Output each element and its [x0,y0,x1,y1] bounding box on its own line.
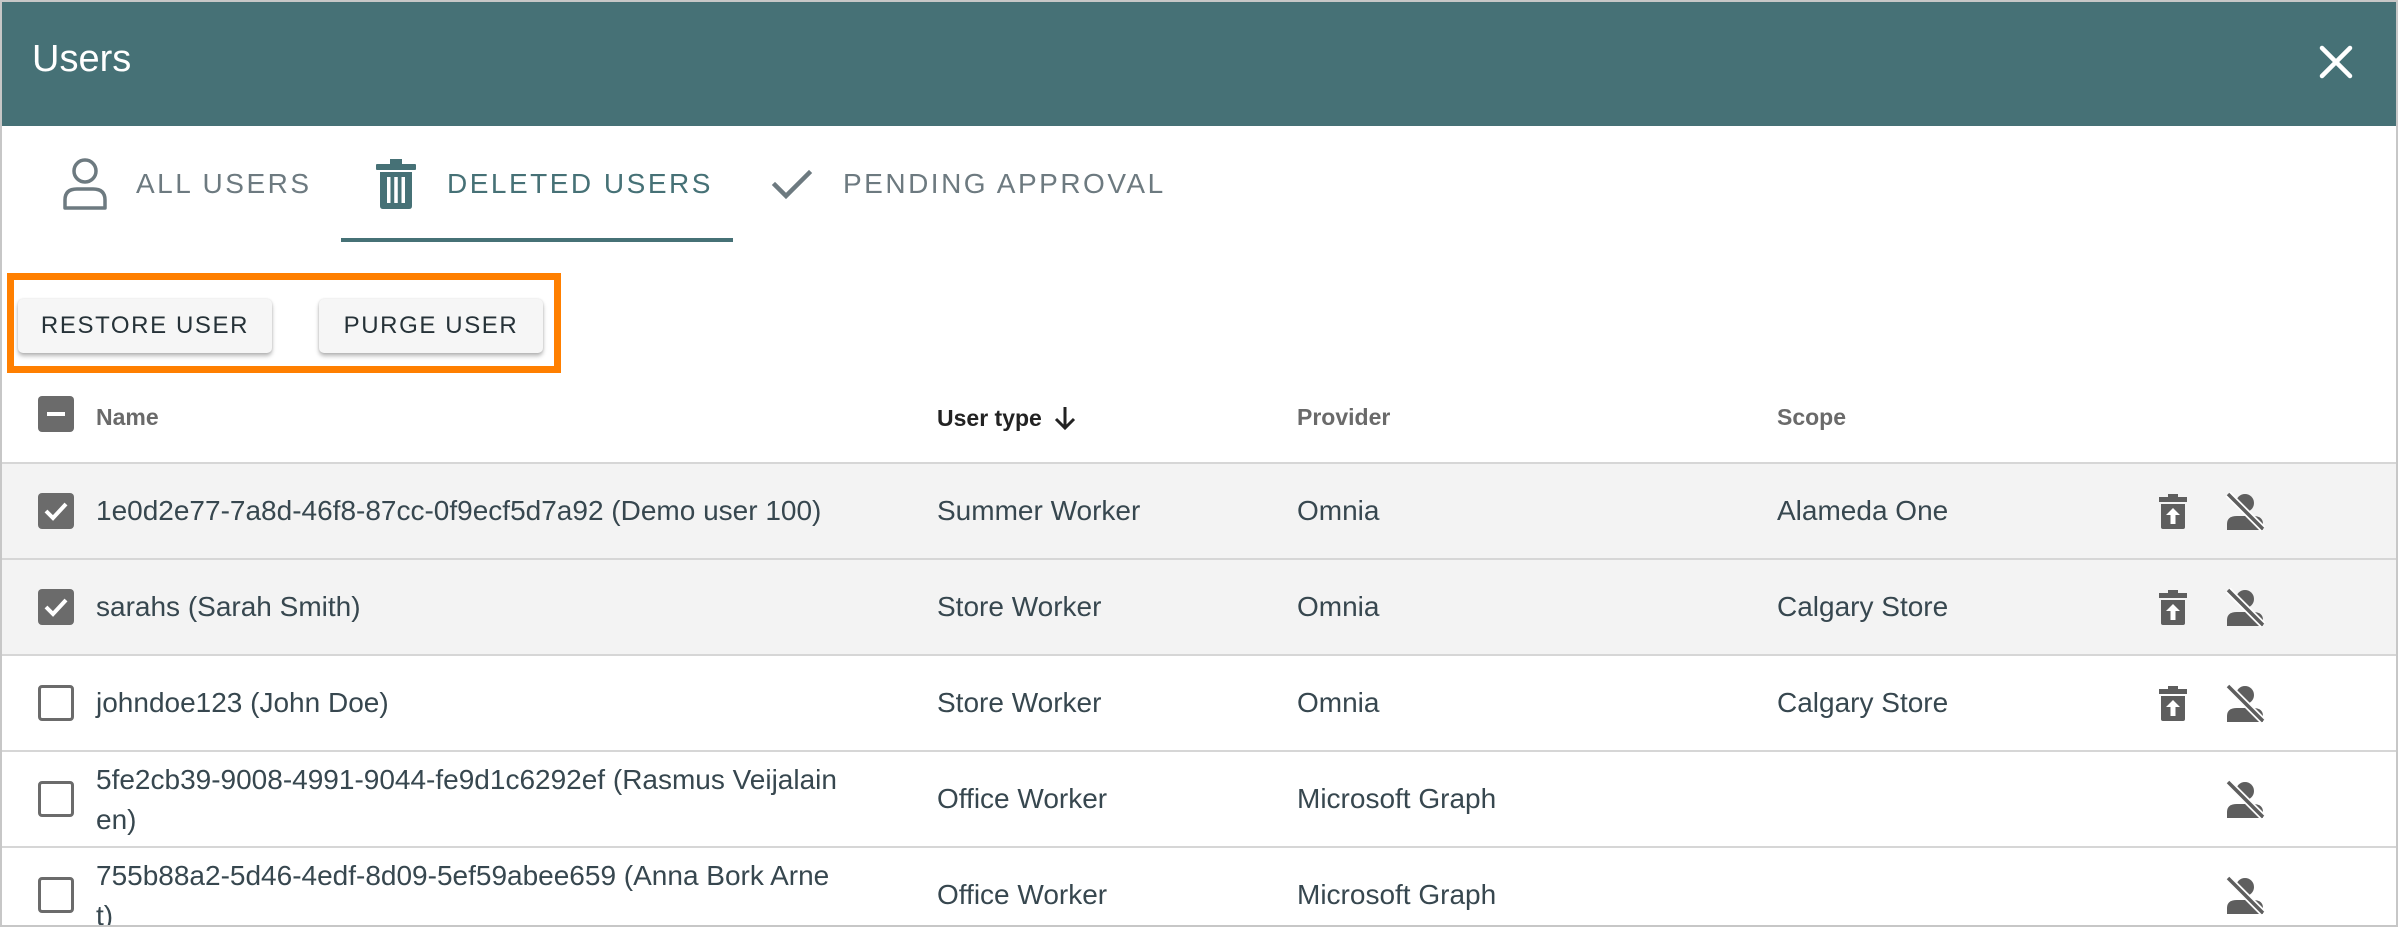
tab-pending-approval-label: PENDING APPROVAL [843,168,1166,199]
user-name: 1e0d2e77-7a8d-46f8-87cc-0f9ecf5d7a92 (De… [96,495,822,526]
user-type: Office Worker [937,879,1108,910]
column-header-user-type[interactable]: User type [937,404,1078,438]
user-name: sarahs (Sarah Smith) [96,591,361,622]
select-all-checkbox[interactable] [38,396,74,432]
restore-user-button[interactable]: RESTORE USER [18,299,272,353]
restore-icon[interactable] [2150,585,2196,631]
user-name-continued: t) [96,900,114,927]
row-checkbox[interactable] [38,877,74,913]
user-provider: Microsoft Graph [1297,879,1497,910]
table-row[interactable]: 755b88a2-5d46-4edf-8d09-5ef59abee659 (An… [2,846,2396,927]
row-checkbox[interactable] [38,685,74,721]
dialog-header: Users [2,2,2396,126]
sort-descending-icon [1052,404,1078,438]
tab-deleted-users-label: DELETED USERS [447,168,713,199]
person-off-icon[interactable] [2222,681,2268,727]
person-off-icon[interactable] [2222,777,2268,823]
close-icon[interactable] [2316,42,2356,82]
table-header: Name User type Provider Scope [2,374,2396,464]
restore-icon[interactable] [2150,489,2196,535]
table-row[interactable]: sarahs (Sarah Smith) Store Worker Omnia … [2,558,2396,654]
tab-deleted-users[interactable]: DELETED USERS [341,126,733,242]
person-off-icon[interactable] [2222,489,2268,535]
tab-bar: ALL USERS DELETED USERS PENDING APPROVAL [2,126,2396,242]
checkmark-icon [767,156,817,212]
user-provider: Omnia [1297,495,1380,526]
column-header-name[interactable]: Name [96,404,159,431]
column-header-scope[interactable]: Scope [1777,404,1846,431]
user-type: Office Worker [937,783,1108,814]
trash-icon [371,156,421,212]
table-row[interactable]: 1e0d2e77-7a8d-46f8-87cc-0f9ecf5d7a92 (De… [2,462,2396,558]
person-off-icon[interactable] [2222,585,2268,631]
user-provider: Omnia [1297,687,1380,718]
person-off-icon[interactable] [2222,873,2268,919]
user-name: 5fe2cb39-9008-4991-9044-fe9d1c6292ef (Ra… [96,764,837,795]
user-scope: Calgary Store [1777,591,1949,622]
table-row[interactable]: 5fe2cb39-9008-4991-9044-fe9d1c6292ef (Ra… [2,750,2396,846]
purge-user-button[interactable]: PURGE USER [319,299,543,353]
table-row[interactable]: johndoe123 (John Doe) Store Worker Omnia… [2,654,2396,750]
person-outline-icon [60,156,110,212]
user-type: Store Worker [937,591,1102,622]
user-scope: Calgary Store [1777,687,1949,718]
dialog-title: Users [32,38,132,80]
user-name-continued: en) [96,804,137,835]
column-header-user-type-label: User type [937,405,1042,431]
user-name: 755b88a2-5d46-4edf-8d09-5ef59abee659 (An… [96,860,830,891]
user-scope: Alameda One [1777,495,1949,526]
column-header-provider[interactable]: Provider [1297,404,1390,431]
user-type: Summer Worker [937,495,1141,526]
user-name: johndoe123 (John Doe) [96,687,389,718]
restore-icon[interactable] [2150,681,2196,727]
user-provider: Omnia [1297,591,1380,622]
user-provider: Microsoft Graph [1297,783,1497,814]
tab-all-users-label: ALL USERS [136,168,312,199]
tab-all-users[interactable]: ALL USERS [60,126,312,242]
tab-pending-approval[interactable]: PENDING APPROVAL [767,126,1166,242]
users-dialog: Users ALL USERS DELETED USERS PENDING AP… [0,0,2398,927]
row-checkbox[interactable] [38,493,74,529]
row-checkbox[interactable] [38,589,74,625]
row-checkbox[interactable] [38,781,74,817]
user-type: Store Worker [937,687,1102,718]
active-tab-indicator [341,238,733,242]
